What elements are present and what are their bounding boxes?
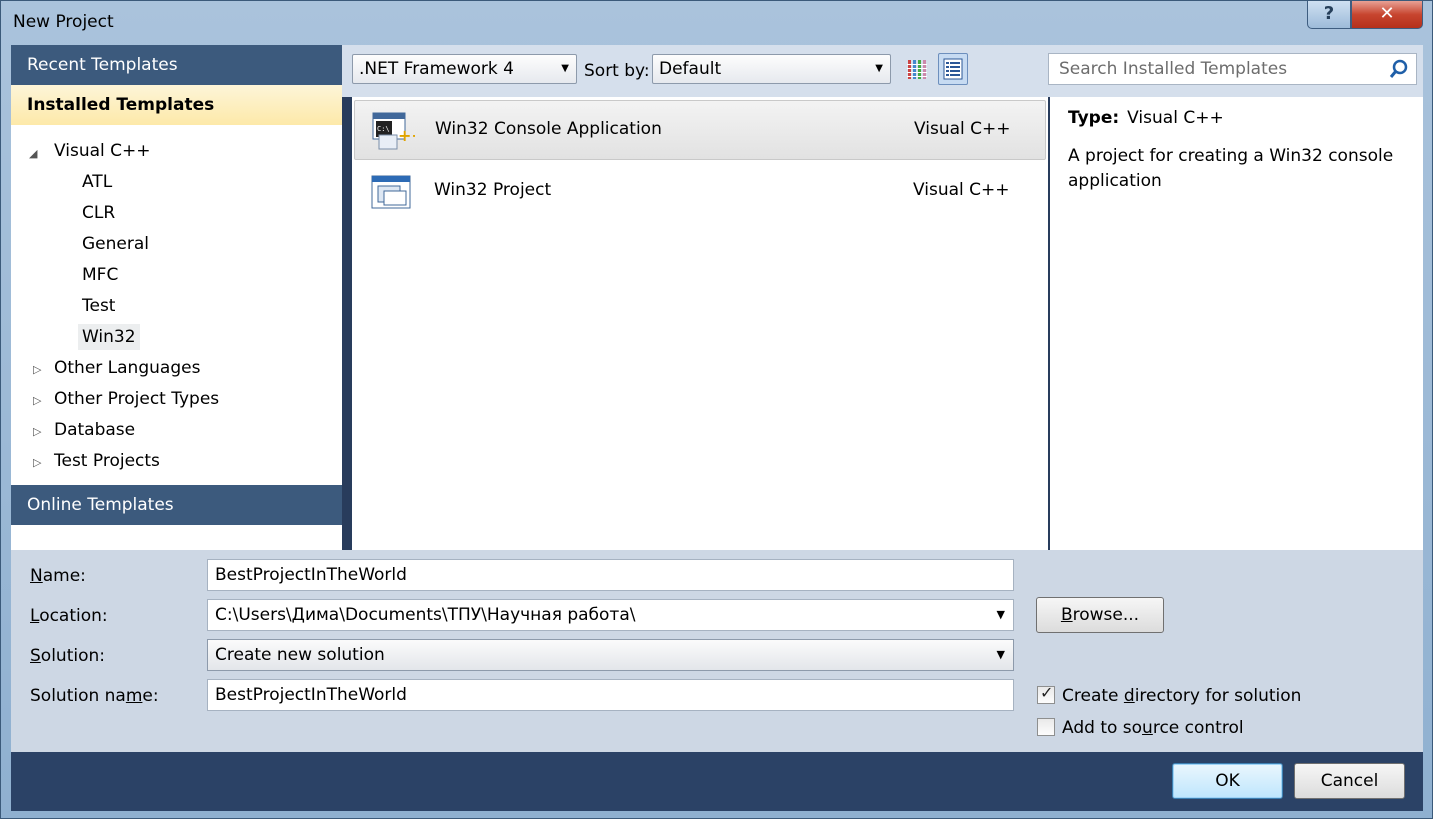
tree-item-other-project-types[interactable]: Other Project Types <box>54 386 219 412</box>
expanded-triangle-icon[interactable]: ◢ <box>29 147 37 160</box>
search-icon[interactable] <box>1388 58 1410 80</box>
tree-item-atl[interactable]: ATL <box>82 169 112 195</box>
solution-label: Solution: <box>30 646 105 666</box>
template-sidebar: Recent Templates Installed Templates ◢ V… <box>11 45 342 550</box>
solution-name-field-value: BestProjectInTheWorld <box>215 685 407 705</box>
title-bar: New Project ? ✕ <box>1 1 1433 41</box>
type-value: Visual C++ <box>1127 108 1224 128</box>
svg-text:++: ++ <box>398 126 415 145</box>
location-field-value: C:\Users\Дима\Documents\ТПУ\Научная рабо… <box>215 605 636 625</box>
solution-name-field[interactable]: BestProjectInTheWorld <box>207 679 1014 711</box>
collapsed-triangle-icon[interactable]: ▷ <box>33 394 41 407</box>
template-name: Win32 Console Application <box>435 119 662 139</box>
installed-templates-header[interactable]: Installed Templates <box>11 85 342 125</box>
dialog-footer: OK Cancel <box>11 752 1423 811</box>
list-view-icon <box>943 58 963 80</box>
chevron-down-icon[interactable]: ▼ <box>997 600 1005 630</box>
svg-text:C:\: C:\ <box>377 125 390 133</box>
create-directory-checkbox[interactable]: ✓ <box>1037 683 1055 704</box>
new-project-dialog: New Project ? ✕ Recent Templates Install… <box>0 0 1433 819</box>
solution-select[interactable]: Create new solution ▼ <box>207 639 1014 671</box>
ok-button[interactable]: OK <box>1172 763 1283 799</box>
location-label: Location: <box>30 606 108 626</box>
solution-select-value: Create new solution <box>215 645 385 665</box>
search-placeholder: Search Installed Templates <box>1059 59 1288 79</box>
collapsed-triangle-icon[interactable]: ▷ <box>33 425 41 438</box>
recent-templates-header[interactable]: Recent Templates <box>11 45 342 85</box>
collapsed-triangle-icon[interactable]: ▷ <box>33 456 41 469</box>
template-item-win32-project[interactable]: Win32 Project Visual C++ <box>354 162 1046 222</box>
tree-item-test-projects[interactable]: Test Projects <box>54 448 160 474</box>
tree-item-general[interactable]: General <box>82 231 149 257</box>
template-item-win32-console[interactable]: C:\ ++ Win32 Console Application Visual … <box>354 100 1046 160</box>
create-directory-label[interactable]: Create directory for solution <box>1062 686 1301 706</box>
cancel-button[interactable]: Cancel <box>1294 763 1405 799</box>
template-language: Visual C++ <box>914 119 1011 139</box>
sort-select-value: Default <box>659 59 722 79</box>
grid-view-icon <box>907 60 927 79</box>
template-toolbar: .NET Framework 4 ▼ Sort by: Default ▼ Se… <box>342 45 1423 97</box>
template-language: Visual C++ <box>913 180 1010 200</box>
name-field-value: BestProjectInTheWorld <box>215 565 407 585</box>
template-list: C:\ ++ Win32 Console Application Visual … <box>352 97 1048 550</box>
tree-item-visual-cpp[interactable]: Visual C++ <box>54 138 151 164</box>
sort-by-label: Sort by: <box>584 61 650 81</box>
template-description: A project for creating a Win32 console a… <box>1068 146 1394 191</box>
console-app-icon: C:\ ++ <box>372 112 415 150</box>
sort-select[interactable]: Default ▼ <box>652 54 891 84</box>
checkmark-icon: ✓ <box>1040 683 1054 702</box>
chevron-down-icon: ▼ <box>875 63 883 74</box>
browse-button[interactable]: Browse... <box>1036 597 1164 633</box>
tree-item-database[interactable]: Database <box>54 417 135 443</box>
solution-name-label: Solution name: <box>30 686 159 706</box>
dialog-client: Recent Templates Installed Templates ◢ V… <box>11 45 1423 811</box>
source-control-label[interactable]: Add to source control <box>1062 718 1244 738</box>
tree-item-test[interactable]: Test <box>82 293 115 319</box>
source-control-checkbox[interactable] <box>1037 718 1055 736</box>
tree-item-other-languages[interactable]: Other Languages <box>54 355 200 381</box>
type-row: Type: Visual C++ <box>1068 108 1224 128</box>
search-input[interactable]: Search Installed Templates <box>1048 53 1417 85</box>
template-name: Win32 Project <box>434 180 552 200</box>
online-templates-header[interactable]: Online Templates <box>11 485 342 525</box>
location-field[interactable]: C:\Users\Дима\Documents\ТПУ\Научная рабо… <box>207 599 1014 631</box>
name-field[interactable]: BestProjectInTheWorld <box>207 559 1014 591</box>
chevron-down-icon: ▼ <box>996 648 1005 661</box>
name-label: Name: <box>30 566 86 586</box>
tree-item-mfc[interactable]: MFC <box>82 262 118 288</box>
collapsed-triangle-icon[interactable]: ▷ <box>33 363 41 376</box>
window-title: New Project <box>13 12 114 32</box>
small-icons-view-button[interactable] <box>902 53 932 85</box>
medium-icons-view-button[interactable] <box>938 53 968 85</box>
project-form: Name: BestProjectInTheWorld Location: C:… <box>11 550 1423 752</box>
framework-select-value: .NET Framework 4 <box>359 59 514 79</box>
close-button[interactable]: ✕ <box>1351 1 1423 29</box>
chevron-down-icon: ▼ <box>561 63 569 74</box>
template-details: Type: Visual C++ A project for creating a… <box>1050 97 1423 550</box>
win32-project-icon <box>371 175 411 209</box>
framework-select[interactable]: .NET Framework 4 ▼ <box>352 54 577 84</box>
tree-item-win32[interactable]: Win32 <box>78 324 140 350</box>
tree-item-clr[interactable]: CLR <box>82 200 115 226</box>
type-label: Type: <box>1068 108 1120 128</box>
help-button[interactable]: ? <box>1307 1 1351 29</box>
